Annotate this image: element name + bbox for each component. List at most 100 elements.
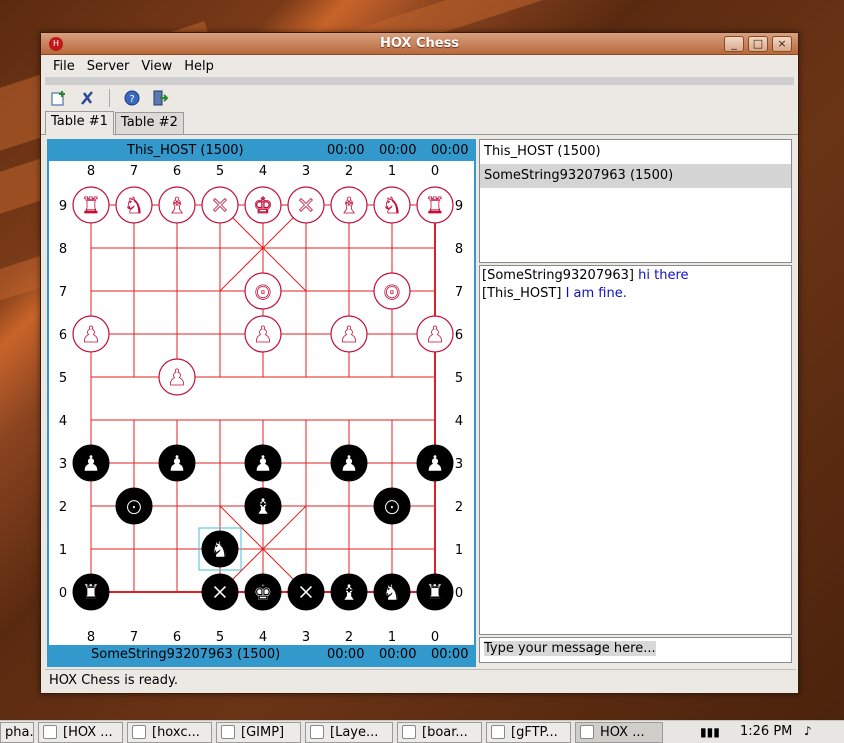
file-label-bottom: 6: [173, 630, 181, 645]
close-window-button[interactable]: ×: [772, 36, 792, 52]
taskbar-task[interactable]: [gFTP...: [486, 721, 571, 743]
taskbar-task[interactable]: [GIMP]: [216, 721, 301, 743]
black-elephant-glyph: ♝: [339, 581, 359, 606]
window-title: HOX Chess: [379, 36, 460, 51]
new-table-button[interactable]: [47, 87, 71, 109]
black-cannon-glyph: ⊙: [383, 495, 401, 520]
chat-log: [SomeString93207963] hi there [This_HOST…: [479, 265, 792, 635]
rank-label-right: 4: [455, 414, 463, 429]
taskbar-task[interactable]: [HOX ...: [38, 721, 123, 743]
board-panel: This_HOST (1500) 00:00 00:00 00:00 8 8 7 7 6…: [47, 139, 476, 667]
taskbar: pha... [HOX ... [hoxc... [GIMP] [Laye...…: [0, 720, 844, 743]
toolbar: ?: [41, 85, 798, 111]
black-advisor-glyph: ✕: [211, 581, 229, 606]
rank-label-left: 0: [59, 586, 67, 601]
file-label-bottom: 2: [345, 630, 353, 645]
file-label-top: 3: [302, 164, 310, 179]
title-bar[interactable]: H HOX Chess _ □ ×: [41, 33, 798, 55]
rank-label-right: 2: [455, 500, 463, 515]
tab-table-1[interactable]: Table #1: [45, 111, 114, 135]
players-list: This_HOST (1500) SomeString93207963 (150…: [479, 139, 792, 263]
rank-label-right: 8: [455, 242, 463, 257]
file-label-top: 7: [130, 164, 138, 179]
taskbar-task[interactable]: [boar...: [397, 721, 482, 743]
exit-button[interactable]: [148, 87, 172, 109]
taskbar-task[interactable]: [hoxc...: [127, 721, 212, 743]
menu-view[interactable]: View: [135, 59, 178, 74]
bottom-player-move-time: 00:00: [379, 647, 417, 662]
red-pawn-glyph: ♟: [81, 323, 101, 348]
player-list-item[interactable]: This_HOST (1500): [480, 140, 791, 164]
red-advisor-glyph: ✕: [297, 194, 315, 219]
player-list-item[interactable]: SomeString93207963 (1500): [480, 164, 791, 188]
file-label-top: 4: [259, 164, 267, 179]
top-player-free-time: 00:00: [431, 143, 469, 158]
task-label: [Laye...: [330, 724, 379, 740]
black-pawn-glyph: ♟: [253, 452, 273, 477]
bottom-player-bar: SomeString93207963 (1500) 00:00 00:00 00…: [49, 645, 474, 665]
rank-label-left: 3: [59, 457, 67, 472]
top-player-game-time: 00:00: [327, 143, 365, 158]
bottom-player-name: SomeString93207963 (1500): [91, 647, 281, 662]
rank-label-left: 8: [59, 242, 67, 257]
help-button[interactable]: ?: [120, 87, 144, 109]
task-app-icon: [491, 725, 505, 739]
rank-label-left: 4: [59, 414, 67, 429]
menu-file[interactable]: File: [47, 59, 81, 74]
task-app-icon: [221, 725, 235, 739]
file-label-bottom: 5: [216, 630, 224, 645]
rank-label-left: 5: [59, 371, 67, 386]
task-label: [boar...: [422, 724, 468, 740]
file-label-top: 1: [388, 164, 396, 179]
tab-table-2[interactable]: Table #2: [114, 112, 184, 134]
minimize-button[interactable]: _: [724, 36, 744, 52]
rank-label-left: 7: [59, 285, 67, 300]
app-icon: H: [49, 37, 63, 51]
menu-server[interactable]: Server: [81, 59, 136, 74]
volume-icon[interactable]: ♪: [804, 724, 812, 738]
chat-message: I am fine.: [565, 286, 627, 301]
xiangqi-board[interactable]: 8 8 7 7 6 6 5 5 4 4 3 3 2 2 1 1 0 0 9 9 8 8 7 7 6 6 5 5 4 4 3 3 2 2 1 1 0 0 ♜ ♞…: [49, 161, 474, 645]
file-label-bottom: 7: [130, 630, 138, 645]
red-chariot-glyph: ♜: [425, 194, 445, 219]
file-label-top: 6: [173, 164, 181, 179]
red-advisor-glyph: ✕: [211, 194, 229, 219]
maximize-button[interactable]: □: [748, 36, 768, 52]
task-label: [gFTP...: [511, 724, 558, 740]
bottom-player-game-time: 00:00: [327, 647, 365, 662]
rank-label-right: 7: [455, 285, 463, 300]
red-elephant-glyph: ♝: [167, 194, 187, 219]
black-advisor-glyph: ✕: [297, 581, 315, 606]
black-cannon-glyph: ⊙: [125, 495, 143, 520]
file-label-bottom: 1: [388, 630, 396, 645]
close-table-button[interactable]: [75, 87, 99, 109]
red-cannon-glyph: ⊙: [254, 280, 272, 305]
taskbar-task[interactable]: HOX ...: [575, 721, 663, 743]
chat-sender: [This_HOST]: [482, 286, 562, 301]
rank-label-right: 5: [455, 371, 463, 386]
chat-input[interactable]: Type your message here...: [479, 637, 792, 663]
network-icon[interactable]: ▮▮▮: [700, 725, 720, 739]
task-label: HOX ...: [600, 724, 645, 740]
table-tabs: Table #1 Table #2: [41, 111, 798, 135]
menu-separator: [45, 77, 794, 85]
clock[interactable]: 1:26 PM: [740, 724, 792, 739]
black-pawn-glyph: ♟: [425, 452, 445, 477]
taskbar-task[interactable]: pha...: [0, 721, 34, 743]
file-label-top: 5: [216, 164, 224, 179]
taskbar-task[interactable]: [Laye...: [305, 721, 393, 743]
exit-icon: [153, 90, 169, 106]
red-cannon-glyph: ⊙: [383, 280, 401, 305]
rank-label-left: 1: [59, 543, 67, 558]
chat-line: [This_HOST] I am fine.: [482, 285, 789, 303]
rank-label-right: 9: [455, 199, 463, 214]
red-pawn-glyph: ♟: [167, 366, 187, 391]
chat-message: hi there: [638, 268, 689, 283]
black-horse-glyph: ♞: [382, 581, 402, 606]
black-king-glyph: ♚: [253, 581, 273, 606]
red-king-glyph: ♚: [253, 194, 273, 219]
file-label-bottom: 3: [302, 630, 310, 645]
file-label-bottom: 4: [259, 630, 267, 645]
menu-help[interactable]: Help: [178, 59, 220, 74]
red-elephant-glyph: ♝: [339, 194, 359, 219]
